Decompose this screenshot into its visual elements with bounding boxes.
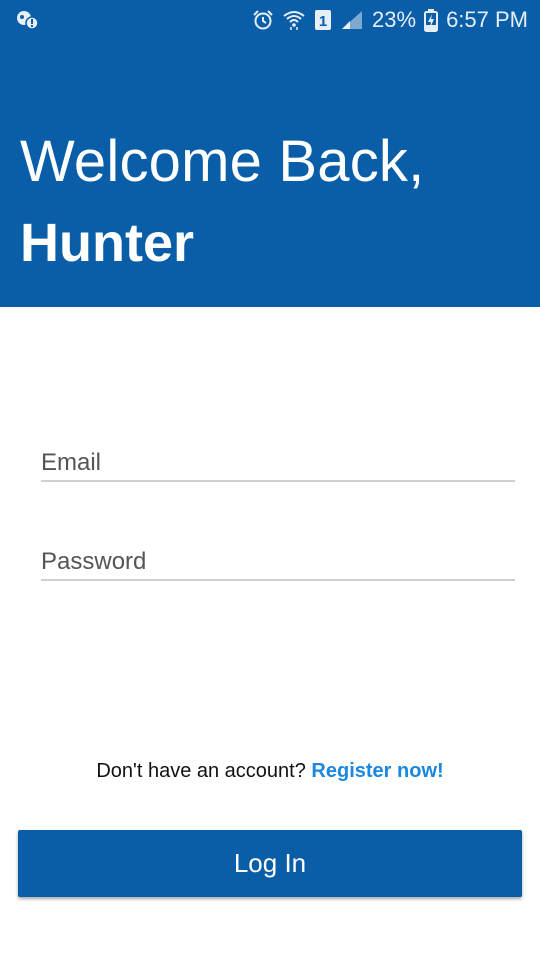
sim-icon: 1: [314, 8, 332, 32]
password-field[interactable]: [41, 541, 515, 581]
clock: 6:57 PM: [446, 7, 528, 32]
register-prompt-row: Don't have an account? Register now!: [0, 760, 540, 783]
notification-icon: [14, 8, 40, 32]
email-field[interactable]: [41, 442, 515, 482]
welcome-greeting: Welcome Back,: [20, 129, 425, 194]
battery-charging-icon: [424, 8, 439, 32]
user-name: Hunter: [20, 213, 194, 273]
signal-icon: [340, 9, 364, 31]
alarm-icon: [252, 9, 274, 31]
header: 1 23% 6:57 PM Welcome Back, Hunter: [0, 0, 540, 307]
sim-slot-label: 1: [319, 13, 327, 30]
battery-percent: 23%: [372, 7, 417, 32]
email-input[interactable]: [41, 446, 515, 480]
wifi-icon: [282, 8, 306, 32]
status-bar: 1 23% 6:57 PM: [0, 0, 540, 40]
login-button[interactable]: Log In: [18, 830, 522, 897]
register-prompt-text: Don't have an account?: [96, 760, 306, 782]
password-input[interactable]: [41, 545, 515, 579]
register-link[interactable]: Register now!: [311, 760, 443, 782]
